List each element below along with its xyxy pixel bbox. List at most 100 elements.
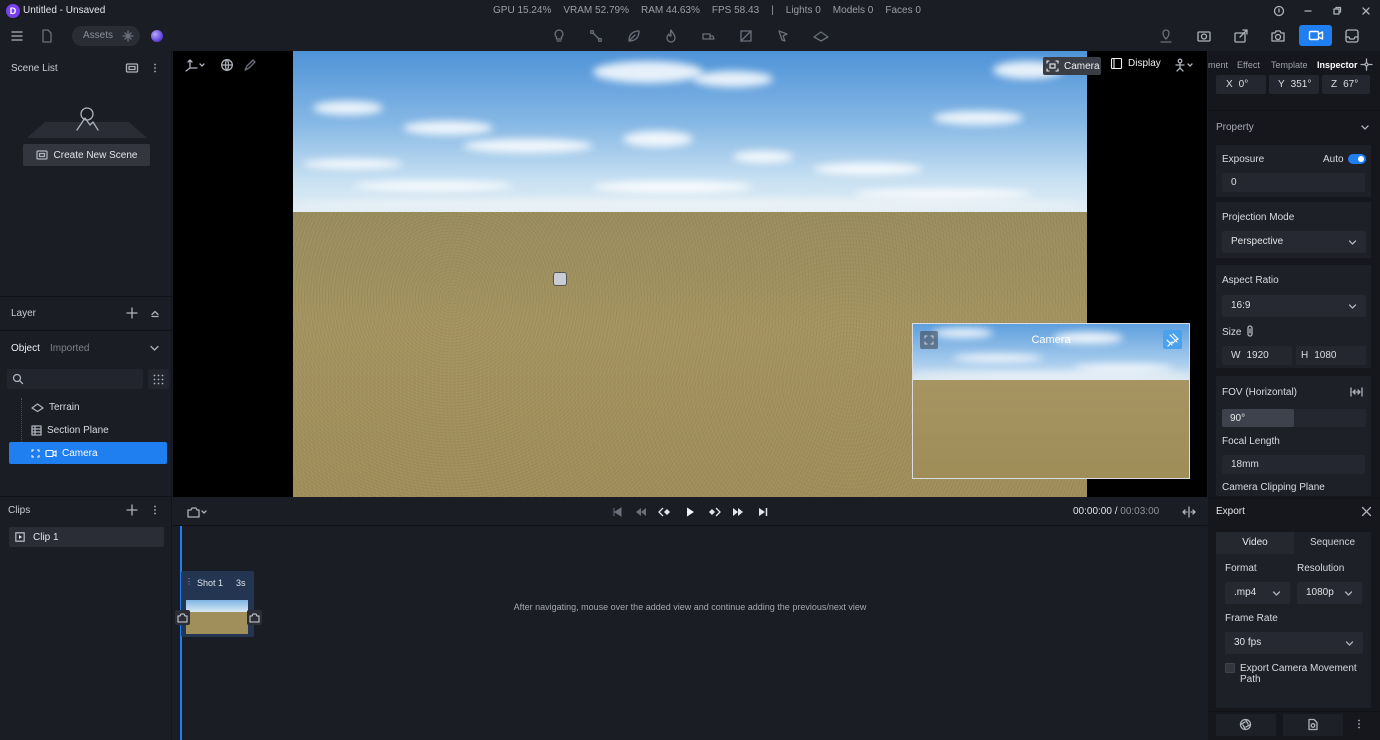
rotation-x-value: 0° xyxy=(1238,79,1249,90)
total-time: 00:03:00 xyxy=(1120,506,1160,517)
screenshot-camera-icon[interactable] xyxy=(1270,28,1286,44)
focal-length-input[interactable]: 18mm xyxy=(1222,455,1365,474)
width-field[interactable]: W 1920 xyxy=(1222,346,1292,365)
timeline-track-area[interactable] xyxy=(173,526,1207,740)
add-clip-icon[interactable] xyxy=(126,504,138,516)
fire-icon[interactable] xyxy=(664,29,678,43)
exposure-input[interactable]: 0 xyxy=(1222,173,1365,192)
terrain-tool-icon[interactable] xyxy=(813,29,829,43)
render-image-icon[interactable] xyxy=(1196,28,1212,44)
projection-select[interactable]: Perspective xyxy=(1222,231,1366,253)
skip-to-start-icon[interactable] xyxy=(610,505,624,519)
property-collapse-icon[interactable] xyxy=(1360,122,1370,132)
next-keyframe-icon[interactable] xyxy=(707,505,721,519)
clips-more-icon[interactable] xyxy=(149,504,161,516)
location-icon[interactable] xyxy=(1159,28,1173,44)
annotation-icon[interactable] xyxy=(776,29,790,43)
rewind-icon[interactable] xyxy=(634,505,648,519)
play-icon[interactable] xyxy=(683,505,697,519)
object-search-input[interactable] xyxy=(7,369,143,389)
app-logo: D xyxy=(6,4,20,18)
scene-gallery-icon[interactable] xyxy=(125,62,139,74)
preview-unpin-icon[interactable] xyxy=(1163,330,1182,349)
performance-stats: GPU 15.24% VRAM 52.79% RAM 44.63% FPS 58… xyxy=(493,5,933,16)
layer-item-section-plane[interactable]: Section Plane xyxy=(9,419,167,441)
fov-direction-icon[interactable] xyxy=(1350,386,1363,398)
leaf-icon[interactable] xyxy=(627,29,641,43)
rotation-y-field[interactable]: Y 351° xyxy=(1269,75,1319,94)
tab-video[interactable]: Video xyxy=(1216,532,1294,554)
camera-preview-window[interactable]: Camera xyxy=(912,323,1190,479)
resolution-select[interactable]: 1080p xyxy=(1297,582,1362,604)
add-layer-icon[interactable] xyxy=(126,307,138,319)
collapse-layer-icon[interactable] xyxy=(150,308,160,318)
video-camera-mode-button[interactable] xyxy=(1299,25,1332,46)
tab-sequence[interactable]: Sequence xyxy=(1294,532,1371,554)
tab-imported[interactable]: Imported xyxy=(50,343,89,354)
drag-handle-icon[interactable]: ⋮ xyxy=(185,577,193,586)
menu-icon[interactable] xyxy=(10,29,24,43)
add-next-view-icon[interactable] xyxy=(247,610,262,625)
fov-slider[interactable]: 90° xyxy=(1222,409,1366,427)
inspector-pick-icon[interactable] xyxy=(1360,58,1373,71)
export-render-button[interactable] xyxy=(1283,714,1343,736)
tab-inspector[interactable]: Inspector xyxy=(1317,60,1358,70)
aspect-ratio-select[interactable]: 16:9 xyxy=(1222,295,1366,317)
vehicle-icon[interactable] xyxy=(701,29,716,43)
measure-pen-icon[interactable] xyxy=(243,58,257,72)
format-select[interactable]: .mp4 xyxy=(1225,582,1290,604)
share-icon[interactable] xyxy=(1233,28,1249,44)
tab-environment[interactable]: ment xyxy=(1208,60,1228,70)
export-more-icon[interactable] xyxy=(1353,718,1365,730)
previous-keyframe-icon[interactable] xyxy=(658,505,672,519)
help-icon[interactable] xyxy=(1271,3,1287,19)
create-new-scene-button[interactable]: Create New Scene xyxy=(23,144,150,166)
path-tool-icon[interactable] xyxy=(589,29,603,43)
search-icon xyxy=(12,373,24,385)
rotation-x-field[interactable]: X 0° xyxy=(1216,75,1266,94)
height-field[interactable]: H 1080 xyxy=(1296,346,1366,365)
camera-gizmo-icon[interactable] xyxy=(553,272,567,286)
file-icon[interactable] xyxy=(40,28,54,44)
fast-forward-icon[interactable] xyxy=(731,505,745,519)
scene-more-icon[interactable] xyxy=(149,62,161,74)
shot-duration: 3s xyxy=(236,578,246,588)
export-settings-button[interactable] xyxy=(1216,714,1276,736)
export-path-checkbox[interactable] xyxy=(1225,663,1235,673)
clip-item[interactable]: Clip 1 xyxy=(9,527,164,547)
skip-to-end-icon[interactable] xyxy=(756,505,770,519)
globe-icon[interactable] xyxy=(220,58,234,72)
tab-template[interactable]: Template xyxy=(1271,60,1308,70)
section-tool-icon[interactable] xyxy=(739,29,753,43)
layer-filter-icon[interactable] xyxy=(149,343,160,354)
layer-item-terrain[interactable]: Terrain xyxy=(9,396,167,418)
assets-button[interactable]: Assets xyxy=(72,26,140,46)
ai-orb-icon[interactable] xyxy=(151,30,163,42)
frame-rate-select[interactable]: 30 fps xyxy=(1225,632,1363,654)
rotation-row: X 0° Y 351° Z 67° xyxy=(1216,75,1371,94)
tab-object[interactable]: Object xyxy=(11,343,40,354)
rotation-z-field[interactable]: Z 67° xyxy=(1322,75,1370,94)
grid-view-toggle[interactable] xyxy=(148,369,169,389)
viewport-camera-button[interactable]: Camera xyxy=(1043,57,1101,75)
exposure-auto-toggle[interactable] xyxy=(1348,154,1366,164)
size-link-icon[interactable] xyxy=(1245,325,1255,337)
fit-timeline-icon[interactable] xyxy=(1182,505,1196,519)
minimize-icon[interactable] xyxy=(1300,3,1316,19)
close-window-icon[interactable] xyxy=(1358,3,1374,19)
viewport-camera-label: Camera xyxy=(1064,60,1100,72)
add-keyframe-camera-icon[interactable] xyxy=(186,505,210,519)
viewport-display-button[interactable]: Display xyxy=(1110,57,1161,70)
layer-item-camera[interactable]: Camera xyxy=(9,442,167,464)
preview-fullscreen-icon[interactable] xyxy=(920,331,938,349)
navigation-mode-icon[interactable] xyxy=(1172,58,1196,72)
aspect-ratio-label: Aspect Ratio xyxy=(1222,275,1279,286)
tab-effect[interactable]: Effect xyxy=(1237,60,1260,70)
restore-icon[interactable] xyxy=(1329,3,1345,19)
inbox-icon[interactable] xyxy=(1344,28,1360,44)
transform-axis-icon[interactable] xyxy=(184,58,208,72)
light-bulb-icon[interactable] xyxy=(552,28,566,44)
projection-value: Perspective xyxy=(1231,236,1284,247)
add-previous-view-icon[interactable] xyxy=(175,610,190,625)
export-close-icon[interactable] xyxy=(1360,505,1373,518)
